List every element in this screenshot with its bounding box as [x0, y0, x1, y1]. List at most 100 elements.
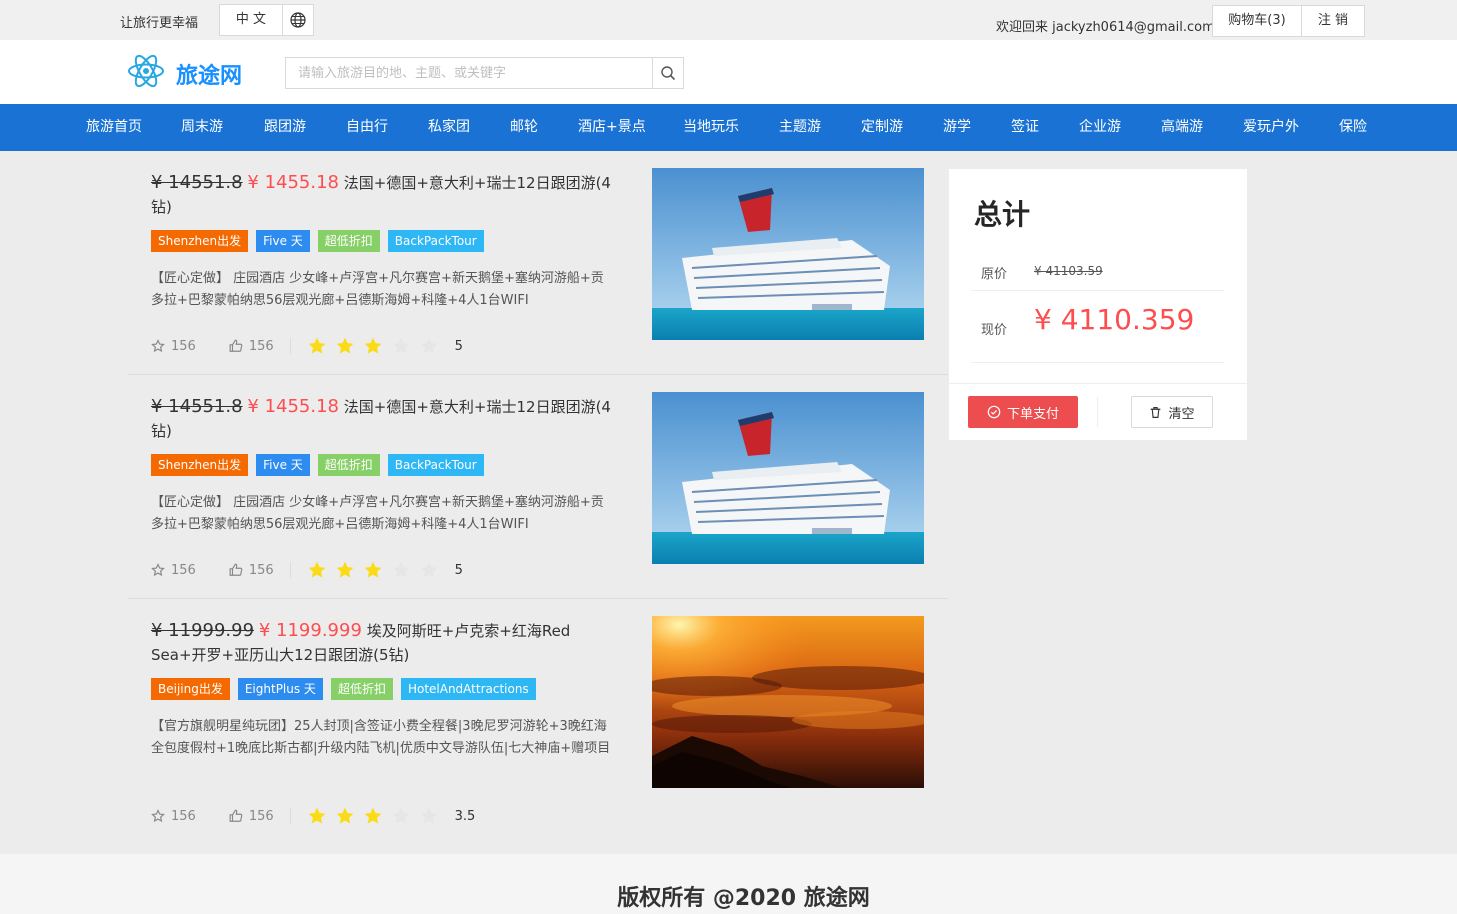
- search-input[interactable]: [285, 57, 653, 89]
- product-title-line: ¥ 14551.8 ¥ 1455.18 法国+德国+意大利+瑞士12日跟团游(4…: [151, 171, 611, 219]
- product-description: 【匠心定做】 庄园酒店 少女峰+卢浮宫+凡尔赛宫+新天鹅堡+塞纳河游船+贡多拉+…: [151, 271, 604, 308]
- nav-item-custom[interactable]: 定制游: [861, 104, 903, 151]
- star-empty-icon: [420, 337, 437, 354]
- favorite-action[interactable]: 156: [151, 339, 196, 354]
- main-nav: 旅游首页 周末游 跟团游 自由行 私家团 邮轮 酒店+景点 当地玩乐 主题游 定…: [0, 104, 1457, 151]
- nav-item-cruise[interactable]: 邮轮: [510, 104, 538, 151]
- welcome-text: 欢迎回来 jackyzh0614@gmail.com: [996, 20, 1215, 35]
- star-filled-icon: [308, 807, 325, 824]
- tag-duration: Five 天: [256, 230, 310, 252]
- clear-cart-button[interactable]: 清空: [1131, 396, 1213, 428]
- divider: [289, 562, 291, 578]
- star-filled-icon: [336, 337, 353, 354]
- product-title-line: ¥ 14551.8 ¥ 1455.18 法国+德国+意大利+瑞士12日跟团游(4…: [151, 395, 611, 443]
- discount-price: ¥ 1455.18: [247, 396, 339, 417]
- like-count: 156: [248, 808, 274, 824]
- favorite-count: 156: [171, 562, 196, 578]
- divider: [971, 290, 1224, 291]
- tag-discount: 超低折扣: [317, 454, 380, 476]
- star-rating: 5: [307, 560, 463, 580]
- star-rating: 3.5: [307, 806, 475, 826]
- language-switch-button[interactable]: [282, 4, 314, 36]
- tag-discount: 超低折扣: [330, 678, 393, 700]
- star-empty-icon: [420, 807, 437, 824]
- star-outline-icon: [151, 809, 165, 823]
- favorite-action[interactable]: 156: [151, 809, 196, 824]
- like-action[interactable]: 156: [229, 339, 274, 354]
- cart-button[interactable]: 购物车(3): [1212, 5, 1302, 37]
- tag-departure: Shenzhen出发: [151, 230, 249, 252]
- product-meta: 156 156 5: [151, 560, 463, 580]
- product-card: ¥ 14551.8 ¥ 1455.18 法国+德国+意大利+瑞士12日跟团游(4…: [128, 151, 948, 375]
- tag-discount: 超低折扣: [317, 230, 380, 252]
- divider: [289, 338, 291, 354]
- favorite-count: 156: [171, 808, 196, 824]
- nav-item-home[interactable]: 旅游首页: [86, 104, 142, 151]
- original-price: ¥ 14551.8: [151, 172, 243, 193]
- product-meta: 156 156 3.5: [151, 806, 475, 826]
- star-filled-icon: [336, 561, 353, 578]
- nav-item-weekend[interactable]: 周末游: [181, 104, 223, 151]
- thumbs-up-icon: [229, 809, 243, 822]
- nav-item-local-fun[interactable]: 当地玩乐: [683, 104, 739, 151]
- tag-departure: Beijing出发: [151, 678, 230, 700]
- star-filled-icon: [308, 337, 325, 354]
- nav-item-hotel-attraction[interactable]: 酒店+景点: [578, 104, 646, 151]
- product-description: 【官方旗舰明星纯玩团】25人封顶|含签证小费全程餐|3晚尼罗河游轮+3晚红海全包…: [151, 719, 611, 756]
- search-icon: [661, 66, 676, 81]
- checkout-button[interactable]: 下单支付: [968, 396, 1078, 428]
- nav-item-outdoor[interactable]: 爱玩户外: [1243, 104, 1299, 151]
- nav-item-theme[interactable]: 主题游: [779, 104, 821, 151]
- rating-value: 5: [454, 338, 463, 354]
- star-filled-icon: [336, 807, 353, 824]
- like-action[interactable]: 156: [229, 809, 274, 824]
- nav-item-study-tour[interactable]: 游学: [943, 104, 971, 151]
- product-image-cruise-ship[interactable]: [652, 392, 924, 564]
- star-filled-icon: [364, 337, 381, 354]
- copyright-text: 版权所有 @2020 旅途网: [617, 886, 870, 911]
- nav-item-private-group[interactable]: 私家团: [428, 104, 470, 151]
- discount-price: ¥ 1455.18: [247, 172, 339, 193]
- star-filled-icon: [364, 807, 381, 824]
- trash-icon: [1151, 406, 1161, 418]
- product-image-sunset-clouds[interactable]: [652, 616, 924, 788]
- rating-value: 5: [454, 562, 463, 578]
- logo-text[interactable]: 旅途网: [176, 58, 242, 90]
- product-meta: 156 156 5: [151, 336, 463, 356]
- product-card: ¥ 11999.99 ¥ 1199.999 埃及阿斯旺+卢克索+红海Red Se…: [128, 599, 948, 854]
- nav-item-luxury[interactable]: 高端游: [1161, 104, 1203, 151]
- discount-price: ¥ 1199.999: [258, 620, 362, 641]
- like-action[interactable]: 156: [229, 563, 274, 578]
- thumbs-up-icon: [229, 563, 243, 576]
- summary-title: 总计: [974, 198, 1031, 231]
- divider: [971, 362, 1224, 363]
- tag-duration: Five 天: [256, 454, 310, 476]
- nav-item-group-tour[interactable]: 跟团游: [264, 104, 306, 151]
- top-bar: 让旅行更幸福 中 文 欢迎回来 jackyzh0614@gmail.com 购物…: [0, 0, 1457, 40]
- logo-icon[interactable]: [127, 53, 165, 89]
- nav-item-insurance[interactable]: 保险: [1339, 104, 1367, 151]
- summary-current-price: ¥ 4110.359: [1034, 303, 1195, 336]
- logout-button[interactable]: 注 销: [1301, 5, 1365, 37]
- product-description: 【匠心定做】 庄园酒店 少女峰+卢浮宫+凡尔赛宫+新天鹅堡+塞纳河游船+贡多拉+…: [151, 495, 604, 532]
- original-price: ¥ 14551.8: [151, 396, 243, 417]
- thumbs-up-icon: [229, 339, 243, 352]
- product-image-cruise-ship[interactable]: [652, 168, 924, 340]
- search-button[interactable]: [652, 57, 684, 89]
- product-title-line: ¥ 11999.99 ¥ 1199.999 埃及阿斯旺+卢克索+红海Red Se…: [151, 619, 611, 667]
- tag-duration: EightPlus 天: [237, 678, 323, 700]
- original-price: ¥ 11999.99: [151, 620, 255, 641]
- star-rating: 5: [307, 336, 463, 356]
- nav-item-visa[interactable]: 签证: [1011, 104, 1039, 151]
- nav-item-independent[interactable]: 自由行: [346, 104, 388, 151]
- tag-travel-type: BackPackTour: [387, 230, 484, 252]
- tag-travel-type: HotelAndAttractions: [400, 678, 536, 700]
- language-button[interactable]: 中 文: [219, 4, 283, 36]
- star-outline-icon: [151, 563, 165, 577]
- favorite-action[interactable]: 156: [151, 563, 196, 578]
- nav-item-corporate[interactable]: 企业游: [1079, 104, 1121, 151]
- star-filled-icon: [364, 561, 381, 578]
- star-filled-icon: [308, 561, 325, 578]
- star-empty-icon: [420, 561, 437, 578]
- check-circle-icon: [987, 405, 1001, 419]
